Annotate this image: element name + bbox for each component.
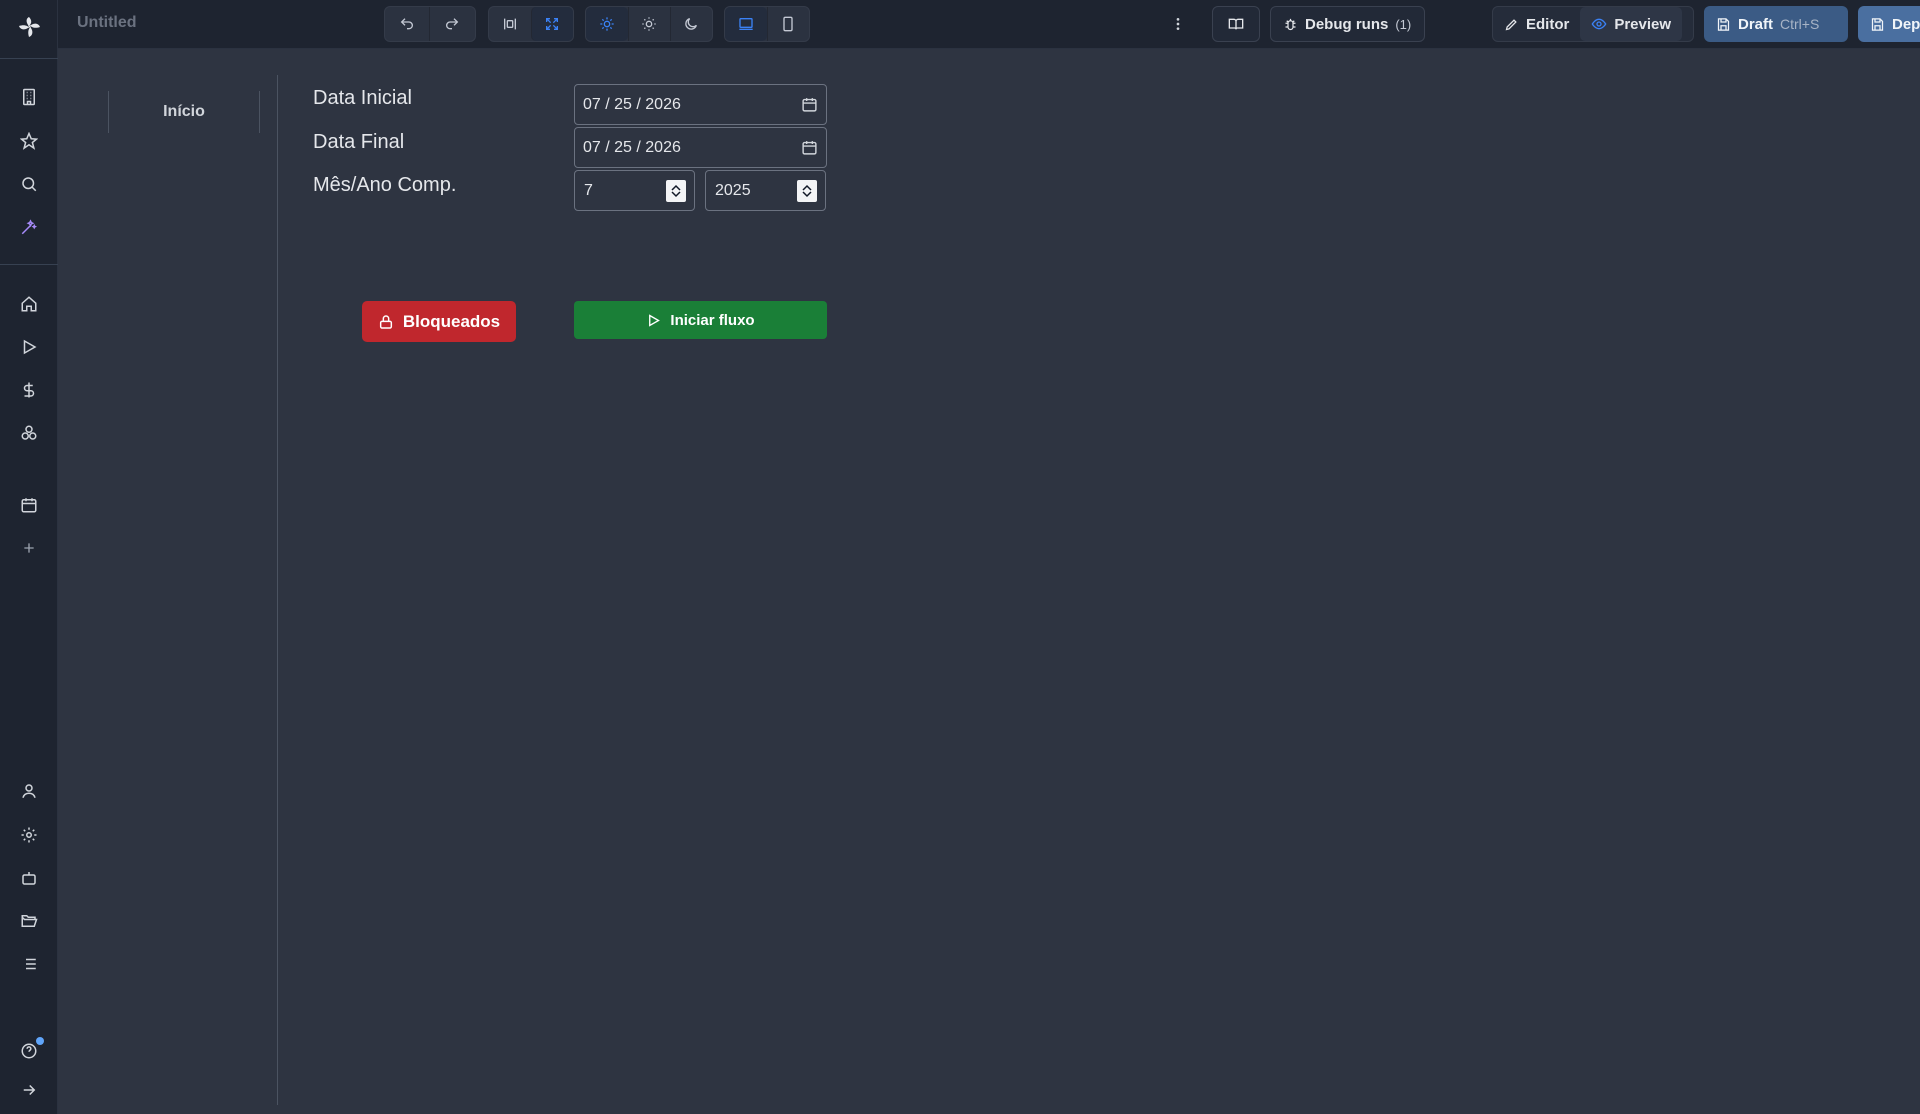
notification-dot: [36, 1037, 44, 1045]
variables-dollar-icon[interactable]: [17, 378, 41, 402]
docs-book-button[interactable]: [1212, 6, 1260, 42]
play-icon: [649, 313, 661, 327]
undo-button[interactable]: [385, 7, 429, 41]
calendar-icon[interactable]: [801, 139, 818, 156]
settings-gear-icon[interactable]: [17, 823, 41, 847]
deploy-disk-icon: [1871, 17, 1884, 31]
pencil-icon: [1505, 18, 1517, 30]
debug-runs-count: (1): [1395, 16, 1412, 32]
draft-shortcut: Ctrl+S: [1780, 16, 1820, 32]
editor-label: Editor: [1526, 15, 1570, 33]
theme-group: [585, 6, 713, 42]
more-options-icon[interactable]: [1166, 12, 1190, 36]
data-inicial-input[interactable]: 07 / 25 / 2026: [574, 84, 827, 125]
editor-preview-toggle: Editor Preview: [1492, 6, 1694, 42]
full-width-button[interactable]: [530, 7, 573, 41]
debug-runs-label: Debug runs: [1305, 15, 1389, 33]
home-icon[interactable]: [17, 292, 41, 316]
mes-stepper[interactable]: [666, 180, 686, 202]
auto-theme-button[interactable]: [586, 7, 628, 41]
draft-label: Draft: [1738, 15, 1774, 33]
iniciar-fluxo-label: Iniciar fluxo: [670, 311, 755, 329]
data-inicial-value: 07 / 25 / 2026: [583, 95, 681, 113]
data-final-value: 07 / 25 / 2026: [583, 138, 681, 156]
deploy-button[interactable]: Deploy: [1858, 6, 1920, 42]
undo-redo-group: [384, 6, 476, 42]
preview-tab[interactable]: Preview: [1580, 7, 1683, 41]
ano-value: 2025: [715, 181, 751, 199]
width-mode-group: [488, 6, 574, 42]
lock-icon: [379, 314, 392, 329]
ano-input[interactable]: 2025: [705, 170, 826, 211]
device-preview-group: [724, 6, 810, 42]
left-rail: [0, 0, 58, 1114]
windmill-logo-icon[interactable]: [15, 14, 43, 42]
desktop-view-button[interactable]: [725, 7, 767, 41]
dark-theme-moon-icon[interactable]: [669, 7, 712, 41]
mes-input[interactable]: 7: [574, 170, 695, 211]
save-disk-icon: [1717, 17, 1730, 31]
deploy-label: Deploy: [1892, 15, 1920, 33]
expand-arrow-right-icon[interactable]: [17, 1078, 41, 1102]
app-canvas: Início: [58, 49, 1920, 1114]
vertical-divider: [277, 75, 278, 1105]
fixed-width-button[interactable]: [489, 7, 531, 41]
nav-inicio[interactable]: Início: [108, 91, 260, 133]
top-toolbar: Untitled Debug runs (1) Editor Preview D…: [58, 0, 1920, 49]
calendar-icon[interactable]: [801, 96, 818, 113]
rail-building-icon[interactable]: [17, 85, 41, 109]
logs-list-icon[interactable]: [17, 952, 41, 976]
mobile-view-button[interactable]: [766, 7, 809, 41]
app-title[interactable]: Untitled: [77, 14, 137, 32]
rail-divider: [0, 58, 58, 59]
iniciar-fluxo-button[interactable]: Iniciar fluxo: [574, 301, 827, 339]
runs-play-icon[interactable]: [17, 335, 41, 359]
draft-save-button[interactable]: Draft Ctrl+S: [1704, 6, 1848, 42]
redo-button[interactable]: [429, 7, 473, 41]
workers-bot-icon[interactable]: [17, 866, 41, 890]
eye-icon: [1591, 18, 1607, 30]
user-icon[interactable]: [17, 779, 41, 803]
bug-icon: [1285, 18, 1296, 30]
add-plus-icon[interactable]: [17, 536, 41, 560]
mes-ano-label: Mês/Ano Comp.: [313, 174, 457, 196]
mes-value: 7: [584, 181, 593, 199]
magic-wand-icon[interactable]: [17, 215, 41, 239]
preview-label: Preview: [1614, 15, 1672, 33]
bloqueados-button[interactable]: Bloqueados: [362, 301, 516, 342]
debug-runs-button[interactable]: Debug runs (1): [1270, 6, 1425, 42]
bloqueados-label: Bloqueados: [402, 311, 501, 331]
search-icon[interactable]: [17, 172, 41, 196]
schedules-calendar-icon[interactable]: [17, 493, 41, 517]
data-inicial-label: Data Inicial: [313, 87, 412, 109]
resources-boxes-icon[interactable]: [17, 421, 41, 445]
ano-stepper[interactable]: [797, 180, 817, 202]
data-final-label: Data Final: [313, 131, 405, 153]
data-final-input[interactable]: 07 / 25 / 2026: [574, 127, 827, 168]
folder-open-icon[interactable]: [17, 909, 41, 933]
editor-tab[interactable]: Editor: [1493, 7, 1580, 41]
light-theme-sun-icon[interactable]: [627, 7, 670, 41]
favorites-star-icon[interactable]: [17, 129, 41, 153]
rail-divider-2: [0, 264, 58, 265]
